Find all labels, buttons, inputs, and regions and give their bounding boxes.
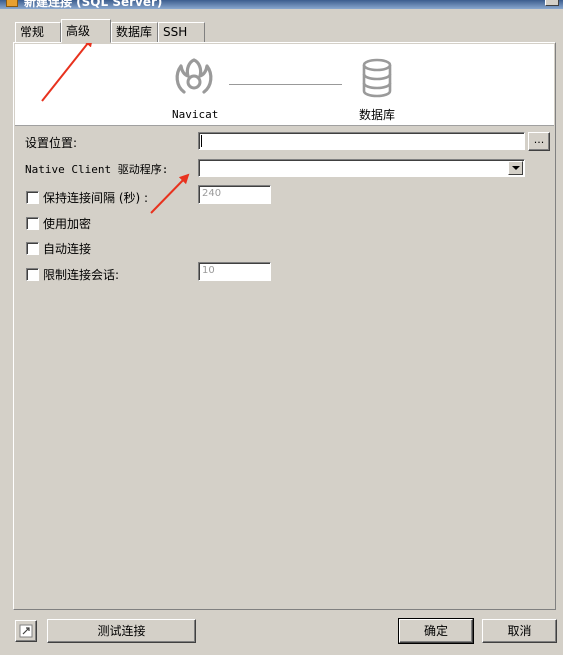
annotation-arrow [41, 36, 94, 102]
annotation-overlay [41, 36, 190, 214]
annotation-arrow [150, 173, 190, 214]
tab-advanced[interactable]: 高级 [61, 19, 111, 43]
